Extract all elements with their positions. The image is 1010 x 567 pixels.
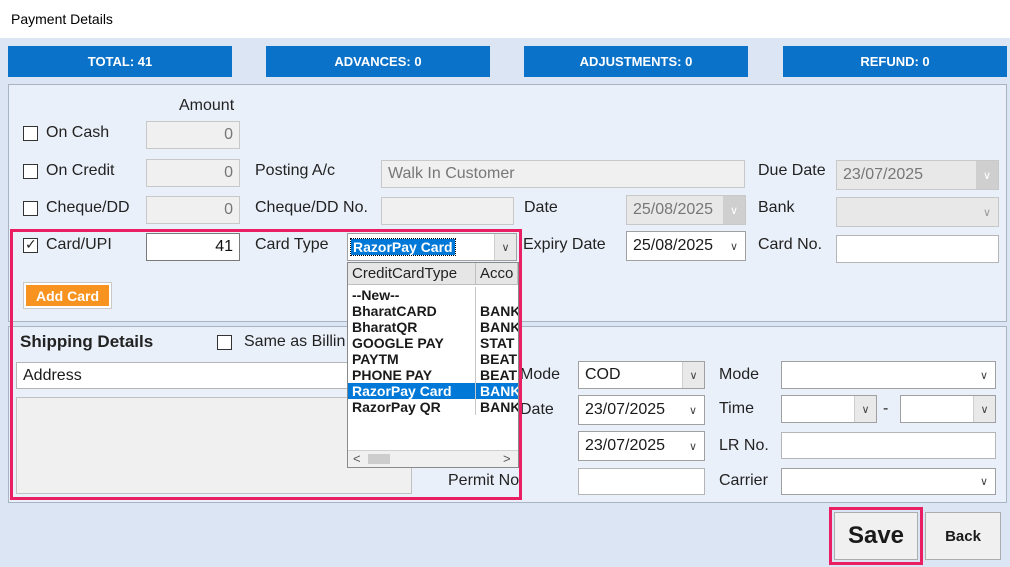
on-credit-checkbox[interactable] — [23, 164, 38, 179]
on-credit-label: On Credit — [46, 162, 115, 179]
transport-mode-label: Mode — [719, 366, 760, 383]
expiry-label: Expiry Date — [523, 236, 606, 253]
posting-ac-field[interactable]: Walk In Customer — [381, 160, 745, 188]
highlight-box-card-section — [10, 229, 522, 500]
lr-no-label: LR No. — [719, 437, 769, 454]
chevron-down-icon: ∨ — [976, 198, 998, 226]
total-badge: TOTAL: 41 — [8, 46, 232, 77]
cheque-dd-checkbox[interactable] — [23, 201, 38, 216]
chevron-down-icon: ∨ — [688, 440, 698, 453]
ship-mode-label: Mode — [520, 366, 561, 383]
card-no-label: Card No. — [758, 236, 823, 253]
expiry-date-picker[interactable]: 25/08/2025 ∨ — [626, 231, 746, 261]
on-cash-amount[interactable]: 0 — [146, 121, 240, 149]
chevron-down-icon: ∨ — [976, 161, 998, 189]
time-from-select[interactable]: ∨ — [781, 395, 877, 423]
chevron-down-icon: ∨ — [854, 396, 876, 422]
chevron-down-icon: ∨ — [723, 196, 745, 224]
ship-date-picker-1[interactable]: 23/07/2025 ∨ — [578, 395, 705, 425]
time-label: Time — [719, 400, 754, 417]
amount-header: Amount — [179, 97, 235, 114]
ship-date-value-2: 23/07/2025 — [585, 437, 666, 454]
ship-date-value-1: 23/07/2025 — [585, 401, 666, 418]
chevron-down-icon: ∨ — [688, 404, 698, 417]
cheque-dd-label: Cheque/DD — [46, 199, 130, 216]
advances-badge: ADVANCES: 0 — [266, 46, 490, 77]
time-separator: - — [883, 400, 889, 417]
cheque-dd-amount[interactable]: 0 — [146, 196, 240, 224]
time-to-select[interactable]: ∨ — [900, 395, 996, 423]
chevron-down-icon: ∨ — [979, 369, 989, 382]
chevron-down-icon: ∨ — [729, 240, 739, 253]
cheque-no-label: Cheque/DD No. — [255, 199, 368, 216]
back-button[interactable]: Back — [925, 512, 1001, 560]
due-date-picker[interactable]: 23/07/2025 ∨ — [836, 160, 999, 190]
chevron-down-icon: ∨ — [979, 476, 989, 488]
chevron-down-icon: ∨ — [973, 396, 995, 422]
on-cash-checkbox[interactable] — [23, 126, 38, 141]
title-bar: Payment Details — [0, 0, 1010, 38]
posting-ac-label: Posting A/c — [255, 162, 336, 179]
payment-mode-value: COD — [585, 366, 621, 383]
chevron-down-icon: ∨ — [682, 362, 704, 388]
bank-label: Bank — [758, 199, 795, 216]
due-date-value: 23/07/2025 — [843, 166, 924, 183]
payment-mode-select[interactable]: COD ∨ — [578, 361, 705, 389]
transport-mode-select[interactable]: ∨ — [781, 361, 996, 389]
adjustments-badge: ADJUSTMENTS: 0 — [524, 46, 748, 77]
cheque-date-label: Date — [524, 199, 558, 216]
carrier-label: Carrier — [719, 472, 768, 489]
on-credit-amount[interactable]: 0 — [146, 159, 240, 187]
ship-date-label: Date — [520, 401, 554, 418]
on-cash-label: On Cash — [46, 124, 110, 141]
cheque-date-picker[interactable]: 25/08/2025 ∨ — [626, 195, 746, 225]
expiry-value: 25/08/2025 — [633, 237, 714, 254]
cheque-no-field[interactable] — [381, 197, 514, 225]
window-title: Payment Details — [11, 11, 113, 27]
ship-date-picker-2[interactable]: 23/07/2025 ∨ — [578, 431, 705, 461]
carrier-select[interactable]: ∨ — [781, 468, 996, 495]
card-no-field[interactable] — [836, 235, 999, 263]
permit-field[interactable] — [578, 468, 705, 495]
lr-no-field[interactable] — [781, 432, 996, 459]
refund-badge: REFUND: 0 — [783, 46, 1007, 77]
bank-select[interactable]: ∨ — [836, 197, 999, 227]
cheque-date-value: 25/08/2025 — [633, 201, 714, 218]
due-date-label: Due Date — [758, 162, 826, 179]
save-button[interactable]: Save — [834, 512, 918, 560]
